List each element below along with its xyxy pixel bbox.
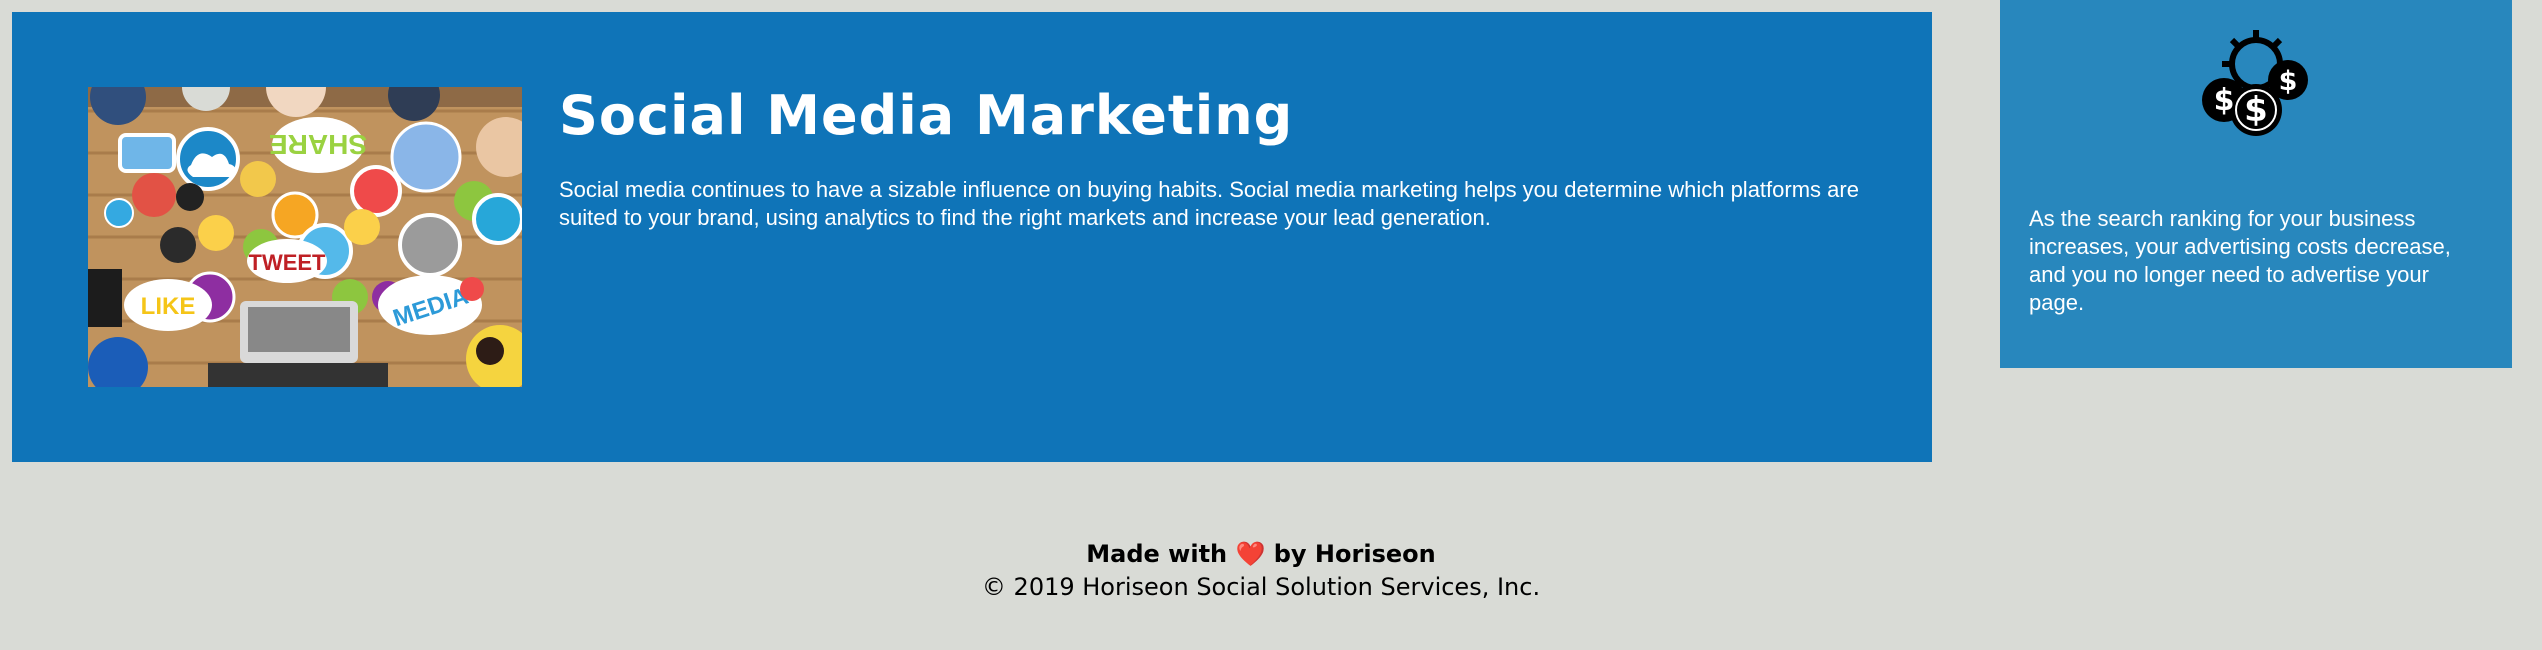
svg-text:LIKE: LIKE bbox=[141, 293, 196, 320]
tweet-bubble: TWEET bbox=[247, 239, 327, 283]
like-bubble: LIKE bbox=[124, 279, 212, 331]
copyright-text: © 2019 Horiseon Social Solution Services… bbox=[981, 573, 1541, 601]
made-with-text: Made with bbox=[1086, 540, 1228, 568]
by-horiseon-text: by Horiseon bbox=[1273, 540, 1436, 568]
social-media-image: SHARE TWEET LIKE MEDIA bbox=[88, 87, 522, 387]
heart-icon: ❤️ bbox=[1235, 540, 1266, 568]
social-media-illustration: SHARE TWEET LIKE MEDIA bbox=[88, 87, 522, 387]
svg-text:SHARE: SHARE bbox=[269, 129, 367, 160]
svg-text:$: $ bbox=[2214, 83, 2235, 118]
footer: Made with ❤️ by Horiseon © 2019 Horiseon… bbox=[0, 538, 2522, 604]
made-with-line: Made with ❤️ by Horiseon bbox=[0, 538, 2522, 571]
svg-text:TWEET: TWEET bbox=[249, 250, 327, 275]
advertising-benefit-card: $ $ $ As the search ranking for your bus… bbox=[2000, 0, 2512, 368]
svg-text:$: $ bbox=[2279, 66, 2298, 97]
svg-text:$: $ bbox=[2244, 90, 2268, 130]
side-card-description: As the search ranking for your business … bbox=[2029, 206, 2451, 315]
money-gear-icon: $ $ $ bbox=[2202, 30, 2308, 136]
card-description: Social media continues to have a sizable… bbox=[559, 177, 1859, 230]
social-media-marketing-card: SHARE TWEET LIKE MEDIA Social Media Mark… bbox=[12, 12, 1932, 462]
card-title: Social Media Marketing bbox=[559, 84, 1294, 147]
